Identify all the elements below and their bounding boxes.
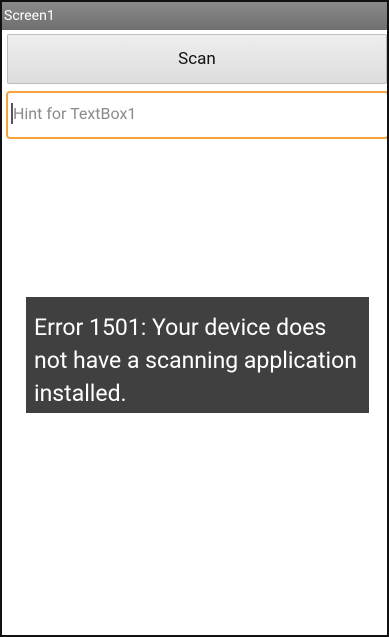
error-toast: Error 1501: Your device does not have a … <box>26 297 369 413</box>
device-screen: Screen1 Scan Hint for TextBox1 Error 150… <box>0 0 389 637</box>
scan-button[interactable]: Scan <box>7 34 387 84</box>
textbox1-hint: Hint for TextBox1 <box>13 104 137 123</box>
textbox1[interactable]: Hint for TextBox1 <box>6 91 387 139</box>
screen-title: Screen1 <box>2 2 387 30</box>
